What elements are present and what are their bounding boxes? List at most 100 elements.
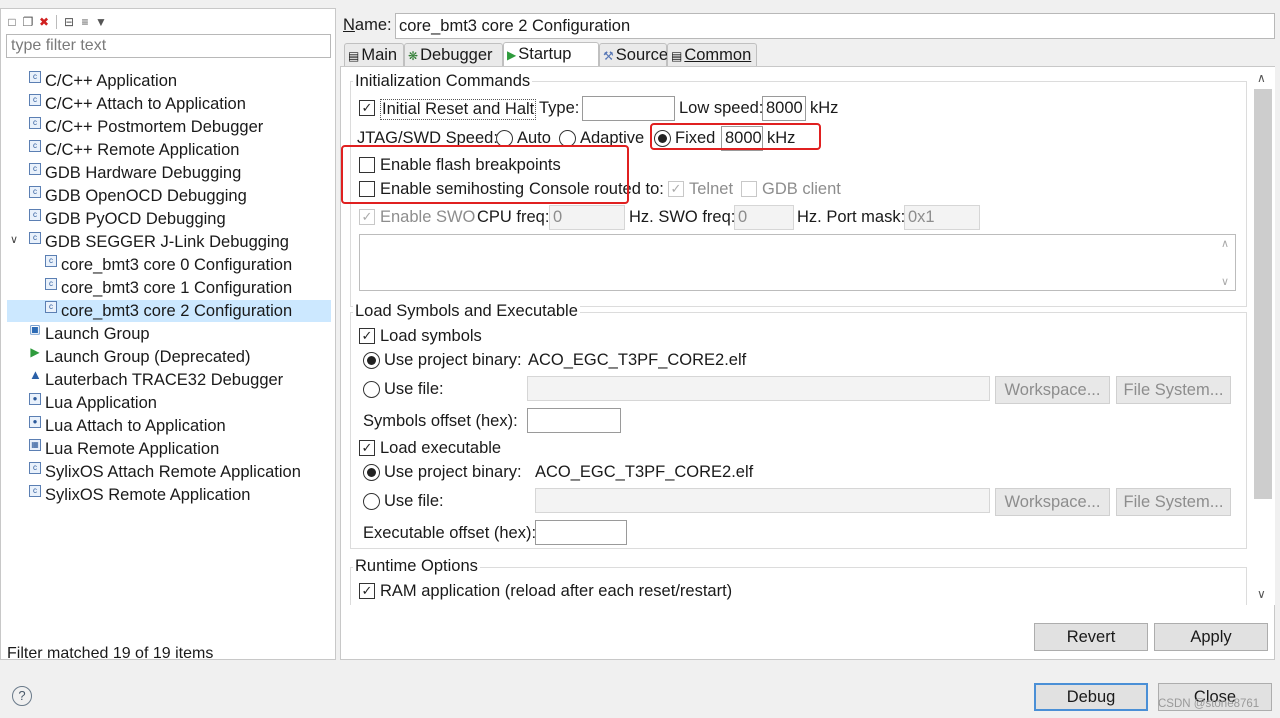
initial-reset-checkbox[interactable]: ✓	[359, 100, 375, 116]
dropdown-icon[interactable]: ▼	[94, 15, 108, 29]
init-commands-textarea[interactable]: ∧ ∨	[359, 234, 1236, 291]
duplicate-icon[interactable]: ❐	[21, 15, 35, 29]
watermark: CSDN @stone8761	[1158, 698, 1260, 710]
exe-file-system-button[interactable]: File System...	[1116, 488, 1231, 516]
delete-icon[interactable]: ✖	[37, 15, 51, 29]
sym-workspace-button[interactable]: Workspace...	[995, 376, 1110, 404]
sym-use-file-label: Use file:	[384, 380, 444, 398]
tree-item-launch-group[interactable]: ▣ Launch Group	[29, 323, 149, 345]
telnet-checkbox[interactable]: ✓	[668, 181, 684, 197]
ram-application-checkbox[interactable]: ✓	[359, 583, 375, 599]
load-symbols-checkbox[interactable]: ✓	[359, 328, 375, 344]
load-executable-checkbox[interactable]: ✓	[359, 440, 375, 456]
symbols-offset-field[interactable]	[527, 408, 621, 433]
scroll-down-icon[interactable]: ∨	[1257, 587, 1266, 601]
sym-file-field[interactable]	[527, 376, 990, 401]
textarea-scroll-down-icon[interactable]: ∨	[1221, 275, 1229, 288]
tree-item-cpp-attach[interactable]: c C/C++ Attach to Application	[29, 93, 246, 115]
new-config-icon[interactable]: □	[5, 15, 19, 29]
tab-startup[interactable]: ▶ Startup	[503, 42, 599, 68]
tree-item-lua-application[interactable]: ● Lua Application	[29, 392, 157, 414]
tree-toolbar: □ ❐ ✖ ⊟ ≡ ▼	[5, 11, 108, 33]
launch-config-tree-panel: □ ❐ ✖ ⊟ ≡ ▼ c C/C++ Application c C/C++ At…	[0, 8, 336, 662]
tree-item-cpp-postmortem[interactable]: c C/C++ Postmortem Debugger	[29, 116, 263, 138]
sym-use-file-radio[interactable]	[363, 381, 380, 398]
sym-project-binary-label: Use project binary:	[384, 351, 522, 369]
tree-item-launch-group-deprecated[interactable]: ▶ Launch Group (Deprecated)	[29, 346, 250, 368]
enable-swo-checkbox[interactable]: ✓	[359, 209, 375, 225]
tree-item-label: C/C++ Attach to Application	[45, 95, 246, 113]
tree-item-sylixos-remote[interactable]: c SylixOS Remote Application	[29, 484, 250, 506]
c-config-icon: c	[29, 163, 41, 175]
port-mask-field[interactable]: 0x1	[904, 205, 980, 230]
exe-workspace-button[interactable]: Workspace...	[995, 488, 1110, 516]
telnet-label: Telnet	[689, 180, 734, 198]
tree-item-lauterbach[interactable]: ▲ Lauterbach TRACE32 Debugger	[29, 368, 283, 391]
tab-debugger[interactable]: ❋ Debugger	[404, 43, 503, 67]
tree-item-label: Lua Remote Application	[45, 440, 220, 458]
lua-config-icon: ●	[29, 393, 41, 405]
scroll-up-icon[interactable]: ∧	[1257, 71, 1266, 85]
run-icon: ▶	[507, 48, 517, 62]
tree-item-core1-config[interactable]: c core_bmt3 core 1 Configuration	[45, 277, 292, 299]
tab-common[interactable]: ▤ Common	[667, 43, 757, 67]
collapse-all-icon[interactable]: ⊟	[62, 15, 76, 29]
exe-file-field[interactable]	[535, 488, 990, 513]
tree-item-cpp-application[interactable]: c C/C++ Application	[29, 70, 177, 92]
c-config-icon: c	[29, 209, 41, 221]
enable-swo-label: Enable SWO	[380, 208, 476, 226]
apply-button[interactable]: Apply	[1154, 623, 1268, 651]
tree-item-label: C/C++ Remote Application	[45, 141, 240, 159]
tree-item-sylixos-attach[interactable]: c SylixOS Attach Remote Application	[29, 461, 301, 483]
startup-vertical-scrollbar[interactable]: ∧ ∨	[1251, 67, 1275, 605]
help-icon[interactable]: ?	[12, 686, 32, 706]
symbols-offset-label: Symbols offset (hex):	[363, 412, 518, 430]
exe-use-file-radio[interactable]	[363, 493, 380, 510]
scrollbar-thumb[interactable]	[1254, 89, 1272, 499]
tree-item-lua-attach[interactable]: ● Lua Attach to Application	[29, 415, 226, 437]
textarea-scroll-up-icon[interactable]: ∧	[1221, 237, 1229, 250]
debug-button[interactable]: Debug	[1034, 683, 1148, 711]
tree-item-cpp-remote[interactable]: c C/C++ Remote Application	[29, 139, 239, 161]
filter-icon[interactable]: ≡	[78, 15, 92, 29]
bug-icon: ❋	[408, 49, 419, 63]
source-icon: ⚒	[603, 49, 614, 63]
load-symbols-label: Load symbols	[380, 327, 482, 345]
type-field[interactable]	[582, 96, 675, 121]
lua-remote-icon: ▦	[29, 439, 41, 451]
tree-item-label: GDB Hardware Debugging	[45, 164, 242, 182]
sym-project-binary-radio[interactable]	[363, 352, 380, 369]
executable-offset-field[interactable]	[535, 520, 627, 545]
common-tab-icon: ▤	[671, 49, 683, 63]
exe-project-binary-radio[interactable]	[363, 464, 380, 481]
tree-item-gdb-openocd[interactable]: c GDB OpenOCD Debugging	[29, 185, 247, 207]
c-config-icon: c	[45, 278, 57, 290]
low-speed-field[interactable]: 8000	[762, 96, 806, 121]
tree-item-core2-config[interactable]: c core_bmt3 core 2 Configuration	[7, 300, 331, 322]
exe-binary-name: ACO_EGC_T3PF_CORE2.elf	[535, 463, 754, 481]
revert-button[interactable]: Revert	[1034, 623, 1148, 651]
tree-item-gdb-pyocd[interactable]: c GDB PyOCD Debugging	[29, 208, 226, 230]
tab-label: Debugger	[420, 46, 493, 64]
type-label: Type:	[539, 99, 580, 117]
tree-item-label: core_bmt3 core 0 Configuration	[61, 256, 293, 274]
config-name-input[interactable]	[395, 13, 1275, 39]
sym-file-system-button[interactable]: File System...	[1116, 376, 1231, 404]
chevron-down-icon[interactable]: ∨	[10, 233, 18, 246]
tree-item-core0-config[interactable]: c core_bmt3 core 0 Configuration	[45, 254, 292, 276]
tree-item-label: GDB SEGGER J-Link Debugging	[45, 233, 289, 251]
sym-binary-name: ACO_EGC_T3PF_CORE2.elf	[528, 351, 747, 369]
tree-item-gdb-hardware[interactable]: c GDB Hardware Debugging	[29, 162, 241, 184]
tree-item-label: C/C++ Application	[45, 72, 178, 90]
c-config-icon: c	[29, 94, 41, 106]
tree-item-gdb-segger-jlink[interactable]: c GDB SEGGER J-Link Debugging	[29, 231, 289, 253]
gdb-client-checkbox[interactable]	[741, 181, 757, 197]
cpu-freq-field[interactable]: 0	[549, 205, 625, 230]
tab-source[interactable]: ⚒ Source	[599, 43, 668, 67]
tree-item-lua-remote[interactable]: ▦ Lua Remote Application	[29, 438, 219, 460]
filter-input[interactable]	[6, 34, 331, 58]
tab-main[interactable]: ▤ Main	[344, 43, 404, 67]
swo-freq-field[interactable]: 0	[734, 205, 794, 230]
init-commands-heading: Initialization Commands	[353, 72, 533, 91]
name-label: Name:	[343, 16, 392, 35]
